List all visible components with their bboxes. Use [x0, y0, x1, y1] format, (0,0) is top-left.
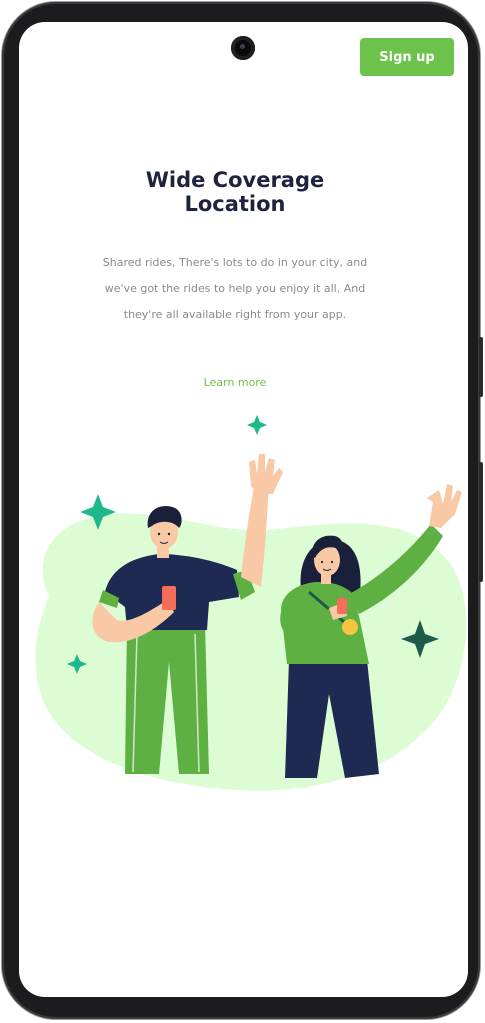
- description-line-3: they're all available right from your ap…: [123, 308, 347, 321]
- phone-frame: Sign up Wide Coverage Location Shared ri…: [2, 2, 483, 1019]
- volume-button: [479, 462, 483, 582]
- app-screen: Sign up Wide Coverage Location Shared ri…: [19, 22, 468, 997]
- description: Shared rides, There's lots to do in your…: [59, 250, 411, 328]
- page-title: Wide Coverage Location: [19, 168, 451, 216]
- learn-more-link[interactable]: Learn more: [19, 376, 451, 389]
- title-line-1: Wide Coverage: [145, 168, 325, 192]
- sign-up-button[interactable]: Sign up: [360, 38, 454, 76]
- power-button: [479, 337, 483, 397]
- description-line-1: Shared rides, There's lots to do in your…: [102, 256, 368, 269]
- description-line-2: we've got the rides to help you enjoy it…: [104, 282, 366, 295]
- title-line-2: Location: [184, 192, 286, 216]
- front-camera: [231, 36, 255, 60]
- friends-waving-illustration: [35, 415, 467, 791]
- sparkle-icon: [247, 415, 267, 435]
